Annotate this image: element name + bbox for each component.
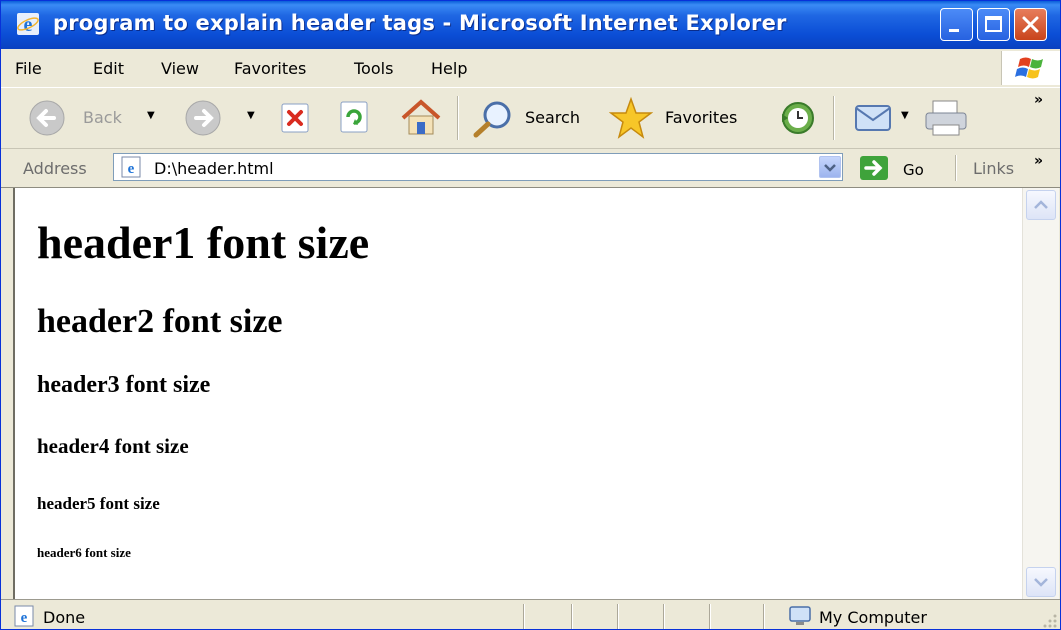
menu-edit[interactable]: Edit <box>93 59 124 78</box>
page-content: header1 font size header2 font size head… <box>13 188 1023 599</box>
header2-text: header2 font size <box>37 303 283 340</box>
chevron-up-icon <box>1034 200 1048 209</box>
my-computer-icon <box>789 606 811 625</box>
status-bar: e Done My Computer <box>1 599 1060 630</box>
menu-help[interactable]: Help <box>431 59 467 78</box>
address-url: D:\header.html <box>154 159 274 178</box>
title-bar[interactable]: e program to explain header tags - Micro… <box>1 1 1060 49</box>
header6-text: header6 font size <box>37 545 131 560</box>
back-dropdown-icon[interactable]: ▼ <box>147 110 155 121</box>
menu-bar: File Edit View Favorites Tools Help <box>1 49 1060 88</box>
links-label[interactable]: Links <box>973 159 1014 178</box>
search-button[interactable]: Search <box>471 88 596 148</box>
chevron-down-icon <box>1034 578 1048 587</box>
toolbar-separator <box>833 96 834 140</box>
menu-favorites[interactable]: Favorites <box>234 59 306 78</box>
ie-window: e program to explain header tags - Micro… <box>0 0 1061 630</box>
windows-logo-icon <box>1001 51 1060 85</box>
header1-text: header1 font size <box>37 217 370 268</box>
address-dropdown-button[interactable] <box>819 156 841 178</box>
vertical-scrollbar[interactable] <box>1022 188 1059 599</box>
address-separator <box>955 155 956 181</box>
svg-text:e: e <box>128 161 135 177</box>
mail-button[interactable]: ▼ <box>853 88 913 148</box>
scroll-up-button[interactable] <box>1026 190 1056 220</box>
status-text: Done <box>43 608 86 627</box>
chevron-down-icon <box>824 164 836 172</box>
go-button[interactable]: Go <box>853 153 939 183</box>
maximize-button[interactable] <box>977 8 1010 41</box>
close-icon <box>1022 16 1039 33</box>
ie-logo-icon: e <box>17 13 39 36</box>
links-chevron-icon[interactable]: » <box>1034 153 1043 169</box>
minimize-icon <box>949 29 959 32</box>
header5-text: header5 font size <box>37 494 160 513</box>
mail-icon <box>855 105 891 131</box>
back-label: Back <box>83 108 122 127</box>
stop-icon[interactable] <box>279 102 311 134</box>
security-zone: My Computer <box>819 608 927 627</box>
history-icon[interactable] <box>779 100 817 136</box>
favorites-label: Favorites <box>665 108 738 127</box>
toolbar-chevron-icon[interactable]: » <box>1034 92 1043 108</box>
svg-text:e: e <box>21 610 28 626</box>
back-button[interactable]: Back ▼ <box>27 88 155 148</box>
refresh-icon[interactable] <box>337 100 371 134</box>
maximize-icon <box>985 16 1002 32</box>
favorites-button[interactable]: Favorites <box>609 88 759 148</box>
address-input[interactable]: e D:\header.html <box>113 153 843 181</box>
status-pane-divider <box>663 604 664 629</box>
resize-grip-icon[interactable] <box>1041 612 1059 630</box>
standard-toolbar: Back ▼ ▼ Search Favorites ▼ » <box>1 88 1060 149</box>
address-bar: Address e D:\header.html Go Links » <box>1 149 1060 188</box>
status-pane-divider <box>523 604 524 629</box>
header3-text: header3 font size <box>37 372 211 398</box>
status-pane-divider <box>763 604 764 629</box>
page-status-icon: e <box>14 605 34 627</box>
print-icon[interactable] <box>923 98 971 138</box>
scroll-down-button[interactable] <box>1026 567 1056 597</box>
toolbar-separator <box>457 96 458 140</box>
minimize-button[interactable] <box>940 8 973 41</box>
search-icon <box>473 101 511 138</box>
home-icon[interactable] <box>399 96 443 138</box>
window-title: program to explain header tags - Microso… <box>53 11 787 35</box>
status-pane-divider <box>617 604 618 629</box>
search-label: Search <box>525 108 580 127</box>
close-button[interactable] <box>1014 8 1047 41</box>
header4-text: header4 font size <box>37 434 189 458</box>
go-label: Go <box>903 161 924 179</box>
menu-tools[interactable]: Tools <box>354 59 393 78</box>
go-arrow-icon <box>860 156 888 180</box>
page-icon: e <box>121 156 141 178</box>
forward-arrow-icon <box>185 100 221 136</box>
status-pane-divider <box>709 604 710 629</box>
mail-dropdown-icon[interactable]: ▼ <box>901 110 909 121</box>
menu-file[interactable]: File <box>15 59 42 78</box>
address-label: Address <box>23 159 87 178</box>
back-arrow-icon <box>29 100 65 136</box>
forward-dropdown-icon[interactable]: ▼ <box>247 110 255 121</box>
forward-button[interactable]: ▼ <box>183 88 263 148</box>
status-pane-divider <box>571 604 572 629</box>
menu-view[interactable]: View <box>161 59 199 78</box>
svg-text:e: e <box>24 14 33 36</box>
star-icon <box>609 96 653 139</box>
